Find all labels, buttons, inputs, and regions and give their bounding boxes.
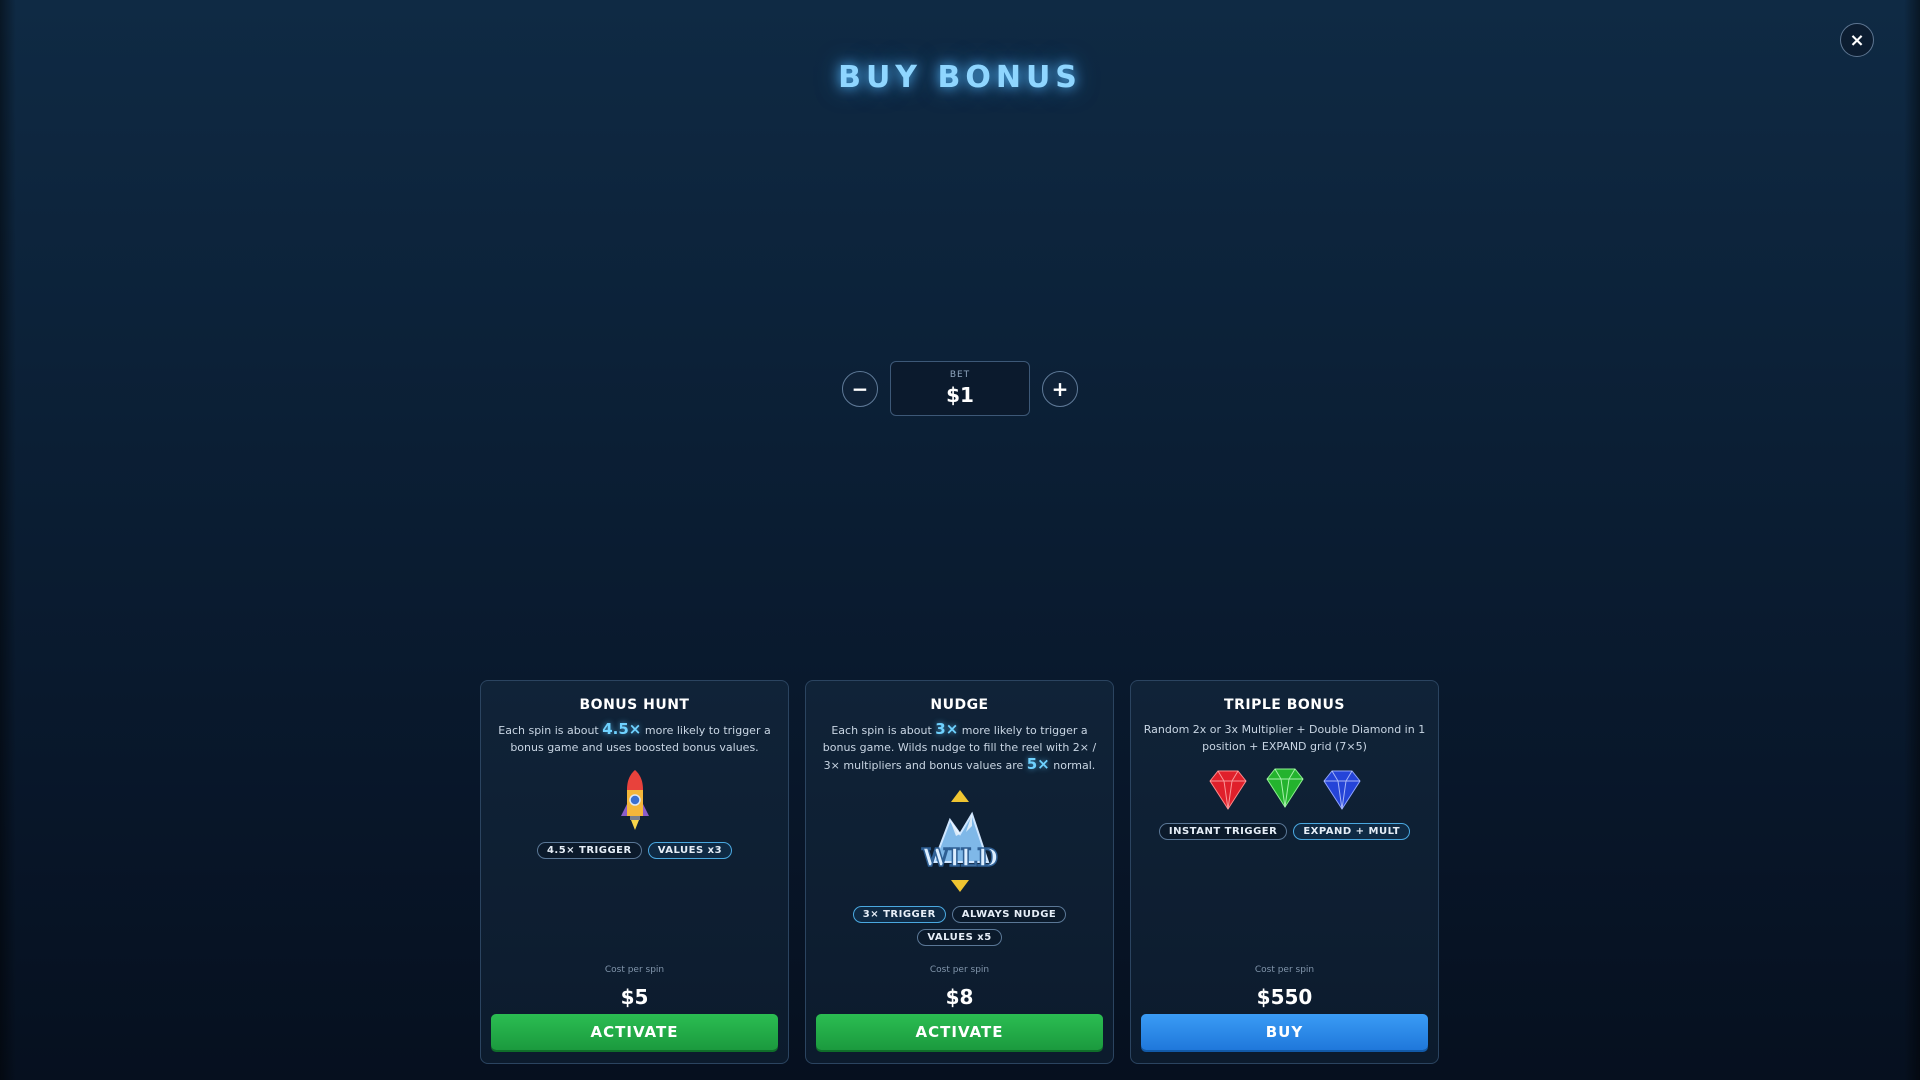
minus-icon: − xyxy=(851,376,869,401)
desc-text: normal. xyxy=(1049,759,1096,772)
tag: 4.5× TRIGGER xyxy=(536,842,642,859)
right-edge-shadow xyxy=(1904,0,1920,1080)
bet-label: BET xyxy=(949,370,971,380)
card-title: TRIPLE BONUS xyxy=(1224,697,1345,713)
feature-tags: 3× TRIGGER ALWAYS NUDGE VALUES x5 xyxy=(850,906,1070,946)
rocket-icon xyxy=(618,768,652,832)
card-description: Each spin is about 3× more likely to tri… xyxy=(815,721,1105,774)
increase-bet-button[interactable]: + xyxy=(1042,370,1078,407)
close-button[interactable]: × xyxy=(1840,23,1874,57)
buy-button[interactable]: BUY xyxy=(1141,1014,1428,1050)
tag: VALUES x3 xyxy=(647,842,733,859)
cost-label: Cost per spin xyxy=(929,965,990,975)
bet-selector: − BET $1 + xyxy=(842,361,1078,416)
close-icon: × xyxy=(1849,29,1865,51)
cost-label: Cost per spin xyxy=(1254,965,1315,975)
cost-value: $550 xyxy=(1256,985,1313,1009)
red-gem-icon xyxy=(1208,770,1247,810)
cost-value: $8 xyxy=(945,985,974,1009)
blue-gem-icon xyxy=(1322,770,1361,810)
gems-icon xyxy=(1202,767,1368,813)
tag: ALWAYS NUDGE xyxy=(951,906,1067,923)
bonus-cards: BONUS HUNT Each spin is about 4.5× more … xyxy=(480,680,1439,1064)
desc-text: Each spin is about xyxy=(498,724,603,737)
decrease-bet-button[interactable]: − xyxy=(842,370,878,407)
card-title: NUDGE xyxy=(930,697,989,713)
tag: EXPAND + MULT xyxy=(1293,823,1411,840)
bonus-card-nudge: NUDGE Each spin is about 3× more likely … xyxy=(805,680,1114,1064)
card-description: Each spin is about 4.5× more likely to t… xyxy=(490,721,780,756)
desc-highlight: 3× xyxy=(935,720,959,738)
wild-art-text: WILD xyxy=(921,843,998,872)
bonus-card-bonus-hunt: BONUS HUNT Each spin is about 4.5× more … xyxy=(480,680,789,1064)
feature-tags: 4.5× TRIGGER VALUES x3 xyxy=(525,842,745,859)
page-title: BUY BONUS xyxy=(838,60,1082,95)
card-title: BONUS HUNT xyxy=(579,697,690,713)
activate-button[interactable]: ACTIVATE xyxy=(491,1014,778,1050)
bonus-card-triple-bonus: TRIPLE BONUS Random 2x or 3x Multiplier … xyxy=(1130,680,1439,1064)
wild-symbol-icon: WILD xyxy=(920,786,1000,896)
desc-highlight: 5× xyxy=(1026,755,1050,773)
feature-tags: INSTANT TRIGGER EXPAND + MULT xyxy=(1155,823,1415,840)
desc-highlight: 4.5× xyxy=(602,720,642,738)
plus-icon: + xyxy=(1051,376,1069,401)
desc-text: Each spin is about xyxy=(831,724,936,737)
tag: VALUES x5 xyxy=(917,929,1002,946)
activate-button[interactable]: ACTIVATE xyxy=(816,1014,1103,1050)
left-edge-shadow xyxy=(0,0,16,1080)
tag: 3× TRIGGER xyxy=(852,906,946,923)
bet-display: BET $1 xyxy=(890,361,1030,416)
green-gem-icon xyxy=(1265,768,1304,808)
cost-label: Cost per spin xyxy=(604,965,665,975)
tag: INSTANT TRIGGER xyxy=(1158,823,1288,840)
bet-value: $1 xyxy=(946,383,974,407)
cost-value: $5 xyxy=(620,985,649,1009)
card-description: Random 2x or 3x Multiplier + Double Diam… xyxy=(1143,723,1426,753)
